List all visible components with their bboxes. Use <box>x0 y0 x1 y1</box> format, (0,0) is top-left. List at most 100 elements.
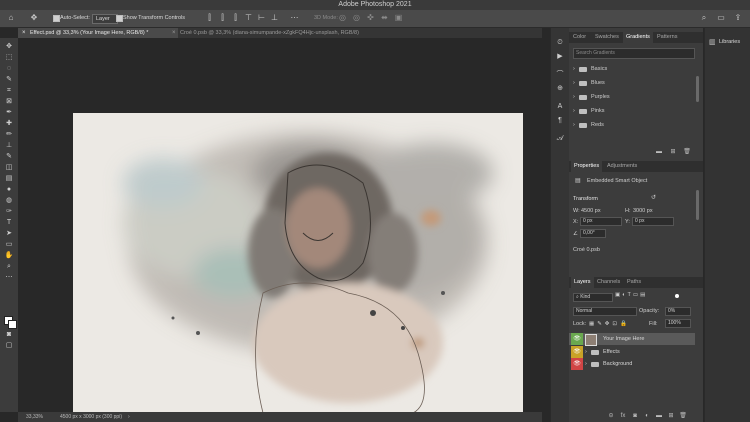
gradients-search-input[interactable]: Search Gradients <box>573 48 695 59</box>
history-brush-tool-icon[interactable]: ✎ <box>4 152 14 161</box>
fill-field[interactable]: 100% <box>665 319 691 328</box>
frame-tool-icon[interactable]: ⊠ <box>4 97 14 106</box>
3d-orbit-icon[interactable]: ◎ <box>338 13 347 23</box>
gradient-group-blues[interactable]: › Blues <box>569 77 695 90</box>
3d-slide-icon[interactable]: ⬌ <box>380 13 389 23</box>
opacity-field[interactable]: 0% <box>665 307 691 316</box>
status-arrow-icon[interactable]: › <box>128 412 130 422</box>
libraries-label[interactable]: Libraries <box>719 38 740 47</box>
layer-background[interactable]: 👁 › Background <box>569 358 695 370</box>
chevron-right-icon[interactable]: › <box>573 105 575 118</box>
eraser-tool-icon[interactable]: ◫ <box>4 163 14 172</box>
blur-tool-icon[interactable]: ● <box>4 185 14 194</box>
chevron-right-icon[interactable]: › <box>585 358 587 370</box>
chevron-right-icon[interactable]: › <box>585 346 587 358</box>
brushes-icon[interactable]: ⌒ <box>555 70 565 79</box>
gradient-group-pinks[interactable]: › Pinks <box>569 105 695 118</box>
align-right-icon[interactable]: ⫿ <box>231 13 240 23</box>
filter-toggle[interactable] <box>675 294 679 298</box>
gradient-group-reds[interactable]: › Reds <box>569 119 695 132</box>
x-field[interactable]: 0 px <box>580 217 622 226</box>
path-selection-tool-icon[interactable]: ➤ <box>4 229 14 238</box>
close-tab-icon[interactable]: × <box>172 28 176 38</box>
chevron-right-icon[interactable]: › <box>573 91 575 104</box>
blend-mode-dropdown[interactable]: Normal <box>573 307 637 316</box>
new-layer-icon[interactable]: ⊞ <box>667 412 675 420</box>
close-tab-icon[interactable]: × <box>22 28 26 38</box>
document-canvas[interactable] <box>73 113 523 413</box>
delete-icon[interactable]: 🗑 <box>683 148 691 156</box>
search-icon[interactable]: ⌕ <box>699 13 709 23</box>
new-group-icon[interactable]: ▬ <box>655 412 663 420</box>
hand-tool-icon[interactable]: ✋ <box>4 251 14 260</box>
properties-scrollbar[interactable] <box>696 190 699 220</box>
quick-mask-icon[interactable]: ◙ <box>4 330 14 339</box>
tab-croe-psb[interactable]: × Croé 0.psb @ 33,3% (diana-simumpande-x… <box>168 28 420 38</box>
layer-your-image-here[interactable]: 👁 Your Image Here <box>569 333 695 346</box>
auto-select-target-dropdown[interactable]: Layer <box>92 14 118 24</box>
clone-source-icon[interactable]: ⊕ <box>555 84 565 93</box>
chevron-right-icon[interactable]: › <box>573 77 575 90</box>
tab-channels[interactable]: Channels <box>597 277 620 288</box>
dodge-tool-icon[interactable]: ◍ <box>4 196 14 205</box>
link-layers-icon[interactable]: ⊝ <box>607 412 615 420</box>
tab-patterns[interactable]: Patterns <box>657 32 677 43</box>
tab-swatches[interactable]: Swatches <box>595 32 619 43</box>
eyedropper-tool-icon[interactable]: ✒ <box>4 108 14 117</box>
home-icon[interactable]: ⌂ <box>6 13 16 23</box>
more-options-icon[interactable]: ⋯ <box>290 13 299 23</box>
new-gradient-icon[interactable]: ⊞ <box>669 148 677 156</box>
crop-tool-icon[interactable]: ⌗ <box>4 86 14 95</box>
layer-style-icon[interactable]: fx <box>619 412 627 420</box>
layer-kind-filter[interactable]: ⌕ Kind <box>573 293 613 302</box>
healing-brush-tool-icon[interactable]: ✚ <box>4 119 14 128</box>
new-group-icon[interactable]: ▬ <box>655 148 663 156</box>
screen-mode-icon[interactable]: ▢ <box>4 341 14 350</box>
height-value[interactable]: 3000 px <box>633 208 653 214</box>
zoom-level[interactable]: 33,33% <box>26 412 43 422</box>
more-tools-icon[interactable]: ⋯ <box>4 273 14 282</box>
tab-adjustments[interactable]: Adjustments <box>607 161 637 172</box>
paragraph-icon[interactable]: ¶ <box>555 116 565 125</box>
visibility-eye-icon[interactable]: 👁 <box>571 333 583 345</box>
lasso-tool-icon[interactable]: ◌ <box>4 64 14 73</box>
gradient-tool-icon[interactable]: ▤ <box>4 174 14 183</box>
align-bottom-icon[interactable]: ⊥ <box>270 13 279 23</box>
libraries-icon[interactable]: ▥ <box>709 38 716 46</box>
tab-effect-psd[interactable]: × Effect.psd @ 33,3% (Your Image Here, R… <box>18 28 178 38</box>
lock-icons[interactable]: ▦✎✥⊡🔒 <box>589 321 630 327</box>
brush-tool-icon[interactable]: ✏ <box>4 130 14 139</box>
delete-layer-icon[interactable]: 🗑 <box>679 412 687 420</box>
clone-stamp-tool-icon[interactable]: ⊥ <box>4 141 14 150</box>
pen-tool-icon[interactable]: ✑ <box>4 207 14 216</box>
width-value[interactable]: 4500 px <box>581 208 601 214</box>
tab-color[interactable]: Color <box>573 32 586 43</box>
background-color-swatch[interactable] <box>8 320 17 329</box>
align-center-icon[interactable]: ⫿ <box>218 13 227 23</box>
move-tool-icon[interactable]: ✥ <box>4 42 14 51</box>
chevron-right-icon[interactable]: › <box>573 119 575 132</box>
share-icon[interactable]: ⇪ <box>733 13 743 23</box>
gradient-group-purples[interactable]: › Purples <box>569 91 695 104</box>
filter-type-icons[interactable]: ▣◐T▭▤ <box>615 292 647 298</box>
chevron-right-icon[interactable]: › <box>573 63 575 76</box>
quick-select-tool-icon[interactable]: ✎ <box>4 75 14 84</box>
character-icon[interactable]: A <box>555 102 565 111</box>
tab-properties[interactable]: Properties <box>571 161 603 172</box>
gradient-group-basics[interactable]: › Basics <box>569 63 695 76</box>
visibility-eye-icon[interactable]: 👁 <box>571 346 583 358</box>
canvas-area[interactable] <box>18 38 542 413</box>
marquee-tool-icon[interactable]: ⬚ <box>4 53 14 62</box>
show-transform-checkbox[interactable] <box>116 15 123 22</box>
align-middle-icon[interactable]: ⊢ <box>257 13 266 23</box>
y-field[interactable]: 0 px <box>632 217 674 226</box>
history-icon[interactable]: ⏲ <box>555 38 565 47</box>
align-left-icon[interactable]: ⫿ <box>205 13 214 23</box>
3d-roll-icon[interactable]: ◎ <box>352 13 361 23</box>
align-top-icon[interactable]: ⊤ <box>244 13 253 23</box>
actions-icon[interactable]: ▶ <box>555 52 565 61</box>
zoom-tool-icon[interactable]: ⌕ <box>4 262 14 271</box>
tab-gradients[interactable]: Gradients <box>623 32 653 43</box>
gradients-scrollbar[interactable] <box>696 76 699 102</box>
adjustment-layer-icon[interactable]: ◐ <box>643 412 651 420</box>
